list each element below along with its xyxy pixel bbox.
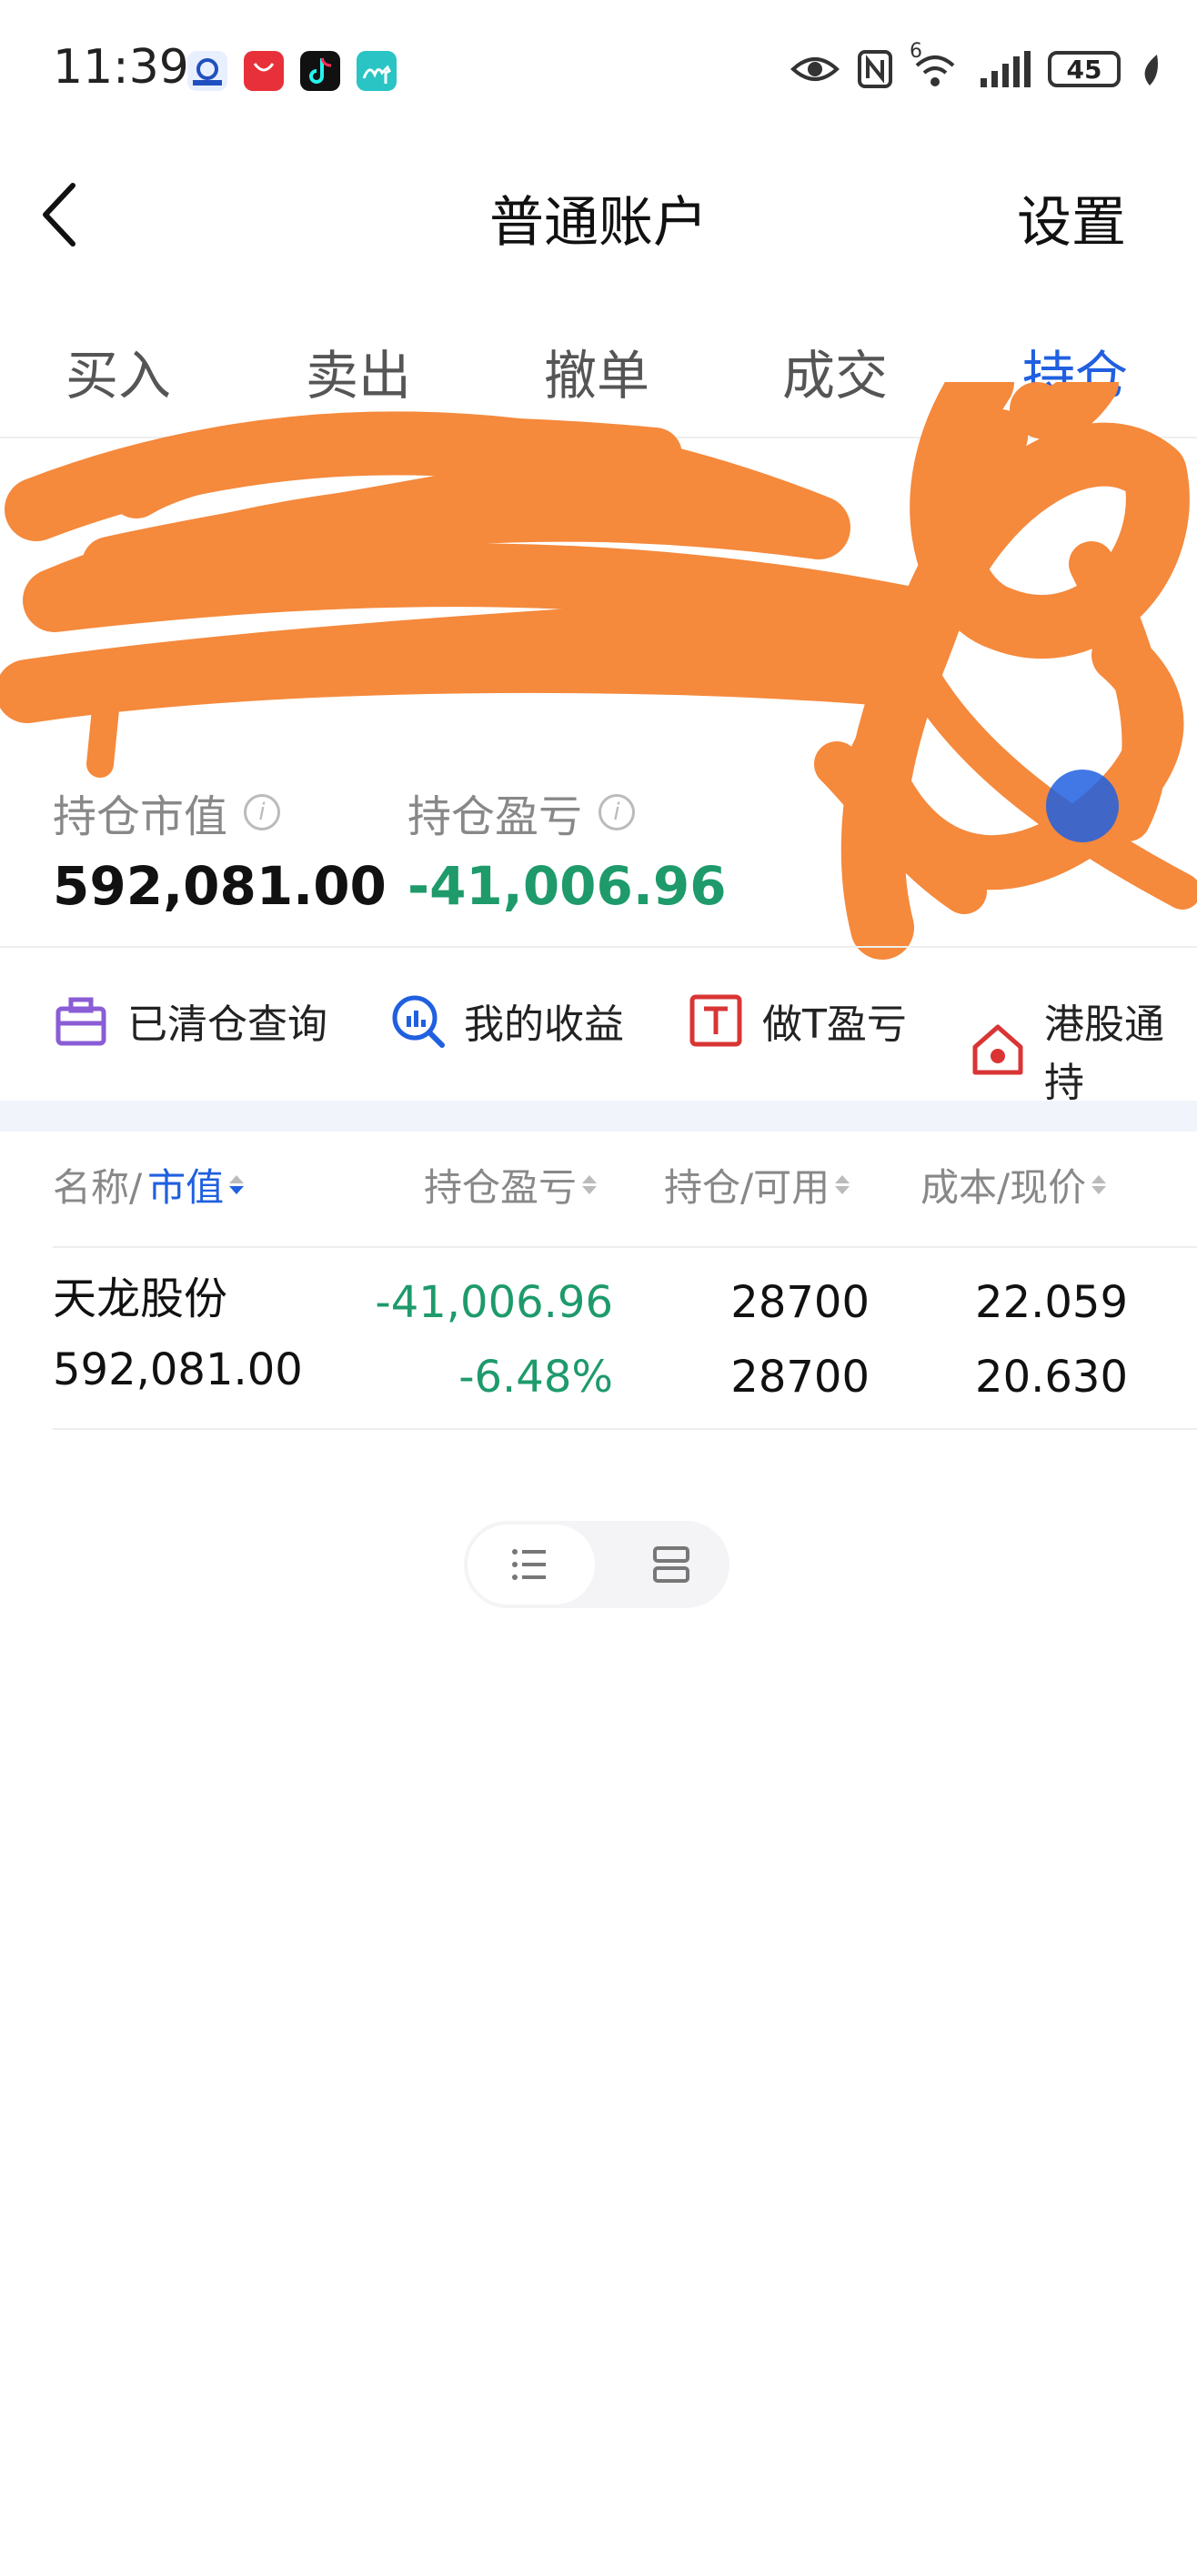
table-row[interactable]: 天龙股份 592,081.00 -41,006.96 -6.48% 28700 … [0, 1248, 1197, 1430]
header-cost-sort[interactable]: 成本/现价 [920, 1157, 1107, 1213]
sort-icon [582, 1175, 598, 1194]
section-spacer [0, 1101, 1197, 1132]
header-position-sort[interactable]: 持仓/可用 [664, 1157, 850, 1213]
scribble-overlay [0, 382, 1197, 960]
stock-pnl-pct: -6.48% [458, 1352, 613, 1403]
hk-house-icon [970, 1021, 1026, 1078]
quick-link-my-returns[interactable]: 我的收益 [389, 991, 624, 1050]
network-label: 6 [910, 40, 922, 63]
stock-cost: 22.059 [975, 1277, 1128, 1328]
sort-icon [835, 1175, 850, 1194]
huawei-appgallery-icon [244, 51, 284, 91]
row-divider [53, 1428, 1197, 1430]
header-name-sort[interactable]: 名称/ 市值 [53, 1157, 245, 1213]
quick-link-t-pnl[interactable]: 做T盈亏 [688, 991, 907, 1050]
wifi-icon: 6 [910, 40, 961, 89]
t-box-icon [688, 992, 744, 1049]
signal-icon [981, 51, 1031, 87]
status-time: 11:39 [53, 40, 189, 95]
quick-link-cleared[interactable]: 已清仓查询 [53, 991, 327, 1050]
stock-market-value: 592,081.00 [53, 1344, 303, 1395]
chart-search-icon [389, 992, 446, 1049]
stock-available: 28700 [730, 1352, 870, 1403]
stock-position: 28700 [730, 1277, 870, 1328]
quick-link-hk-connect[interactable]: 港股通持 [970, 991, 1197, 1108]
list-view-button[interactable] [468, 1524, 595, 1605]
battery-icon: 45 [1048, 51, 1121, 87]
tiktok-icon [300, 51, 340, 91]
sort-icon [229, 1175, 245, 1194]
stock-price: 20.630 [975, 1352, 1128, 1403]
stock-name: 天龙股份 [53, 1273, 228, 1324]
stock-pnl: -41,006.96 [375, 1277, 613, 1328]
header-pnl-sort[interactable]: 持仓盈亏 [424, 1157, 598, 1213]
card-view-button[interactable] [619, 1524, 724, 1605]
status-icons: 6 45 [790, 40, 1161, 95]
eye-icon [790, 57, 840, 81]
settings-button[interactable]: 设置 [1017, 178, 1126, 257]
briefcase-icon [53, 992, 109, 1049]
app-icon [187, 51, 227, 91]
sort-icon [1091, 1175, 1107, 1194]
card-view-icon [653, 1546, 689, 1583]
leaf-icon [1144, 55, 1158, 86]
camel-app-icon [357, 51, 397, 91]
list-icon [512, 1549, 546, 1580]
section-divider [0, 946, 1197, 948]
nfc-icon [858, 50, 892, 88]
